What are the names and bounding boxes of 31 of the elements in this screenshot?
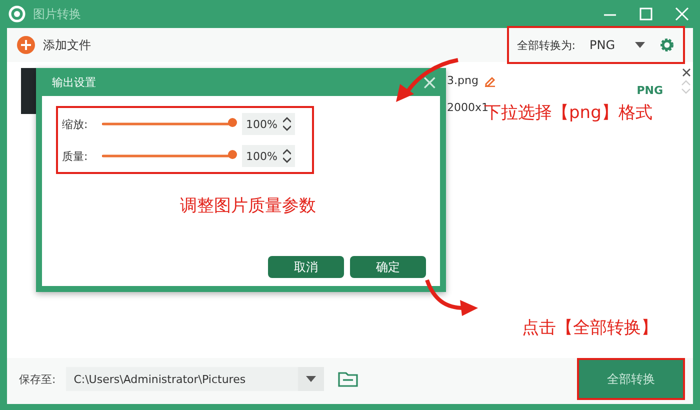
close-icon[interactable] bbox=[682, 68, 690, 77]
format-dropdown[interactable]: PNG bbox=[585, 38, 649, 52]
convert-all-label: 全部转换为: bbox=[516, 38, 576, 52]
folder-icon[interactable] bbox=[338, 371, 358, 387]
setting-label: 质量: bbox=[62, 148, 89, 164]
maximize-icon[interactable] bbox=[639, 7, 653, 21]
value-spinbox[interactable]: 100% bbox=[242, 113, 296, 135]
setting-label: 缩放: bbox=[62, 116, 89, 132]
slider-thumb[interactable] bbox=[228, 150, 237, 159]
dialog-title: 输出设置 bbox=[52, 74, 96, 90]
save-path-field[interactable]: C:\Users\Administrator\Pictures bbox=[66, 367, 324, 391]
annotation-text: 调整图片质量参数 bbox=[180, 195, 316, 218]
caret-icon bbox=[635, 42, 645, 48]
plus-icon bbox=[17, 36, 35, 54]
slider-thumb[interactable] bbox=[228, 118, 237, 127]
file-name: 3.png bbox=[447, 74, 478, 87]
annotation-text: 点击【全部转换】 bbox=[522, 318, 658, 338]
settings-icon[interactable] bbox=[659, 37, 675, 53]
ok-button[interactable]: 确定 bbox=[350, 256, 426, 278]
cancel-button[interactable]: 取消 bbox=[268, 256, 344, 278]
logo-icon bbox=[7, 5, 27, 23]
add-file-button[interactable]: 添加文件 bbox=[17, 36, 91, 54]
format-label: PNG bbox=[636, 84, 663, 97]
curved-arrow bbox=[424, 278, 480, 318]
stepper-arrows-icon[interactable] bbox=[283, 148, 292, 164]
caret-icon[interactable] bbox=[306, 376, 316, 382]
stepper-arrows-icon[interactable] bbox=[283, 116, 292, 132]
window-title: 图片转换 bbox=[33, 6, 81, 22]
pencil-icon[interactable] bbox=[484, 74, 496, 86]
save-to-label: 保存至: bbox=[19, 372, 56, 386]
value-spinbox[interactable]: 100% bbox=[242, 145, 296, 167]
